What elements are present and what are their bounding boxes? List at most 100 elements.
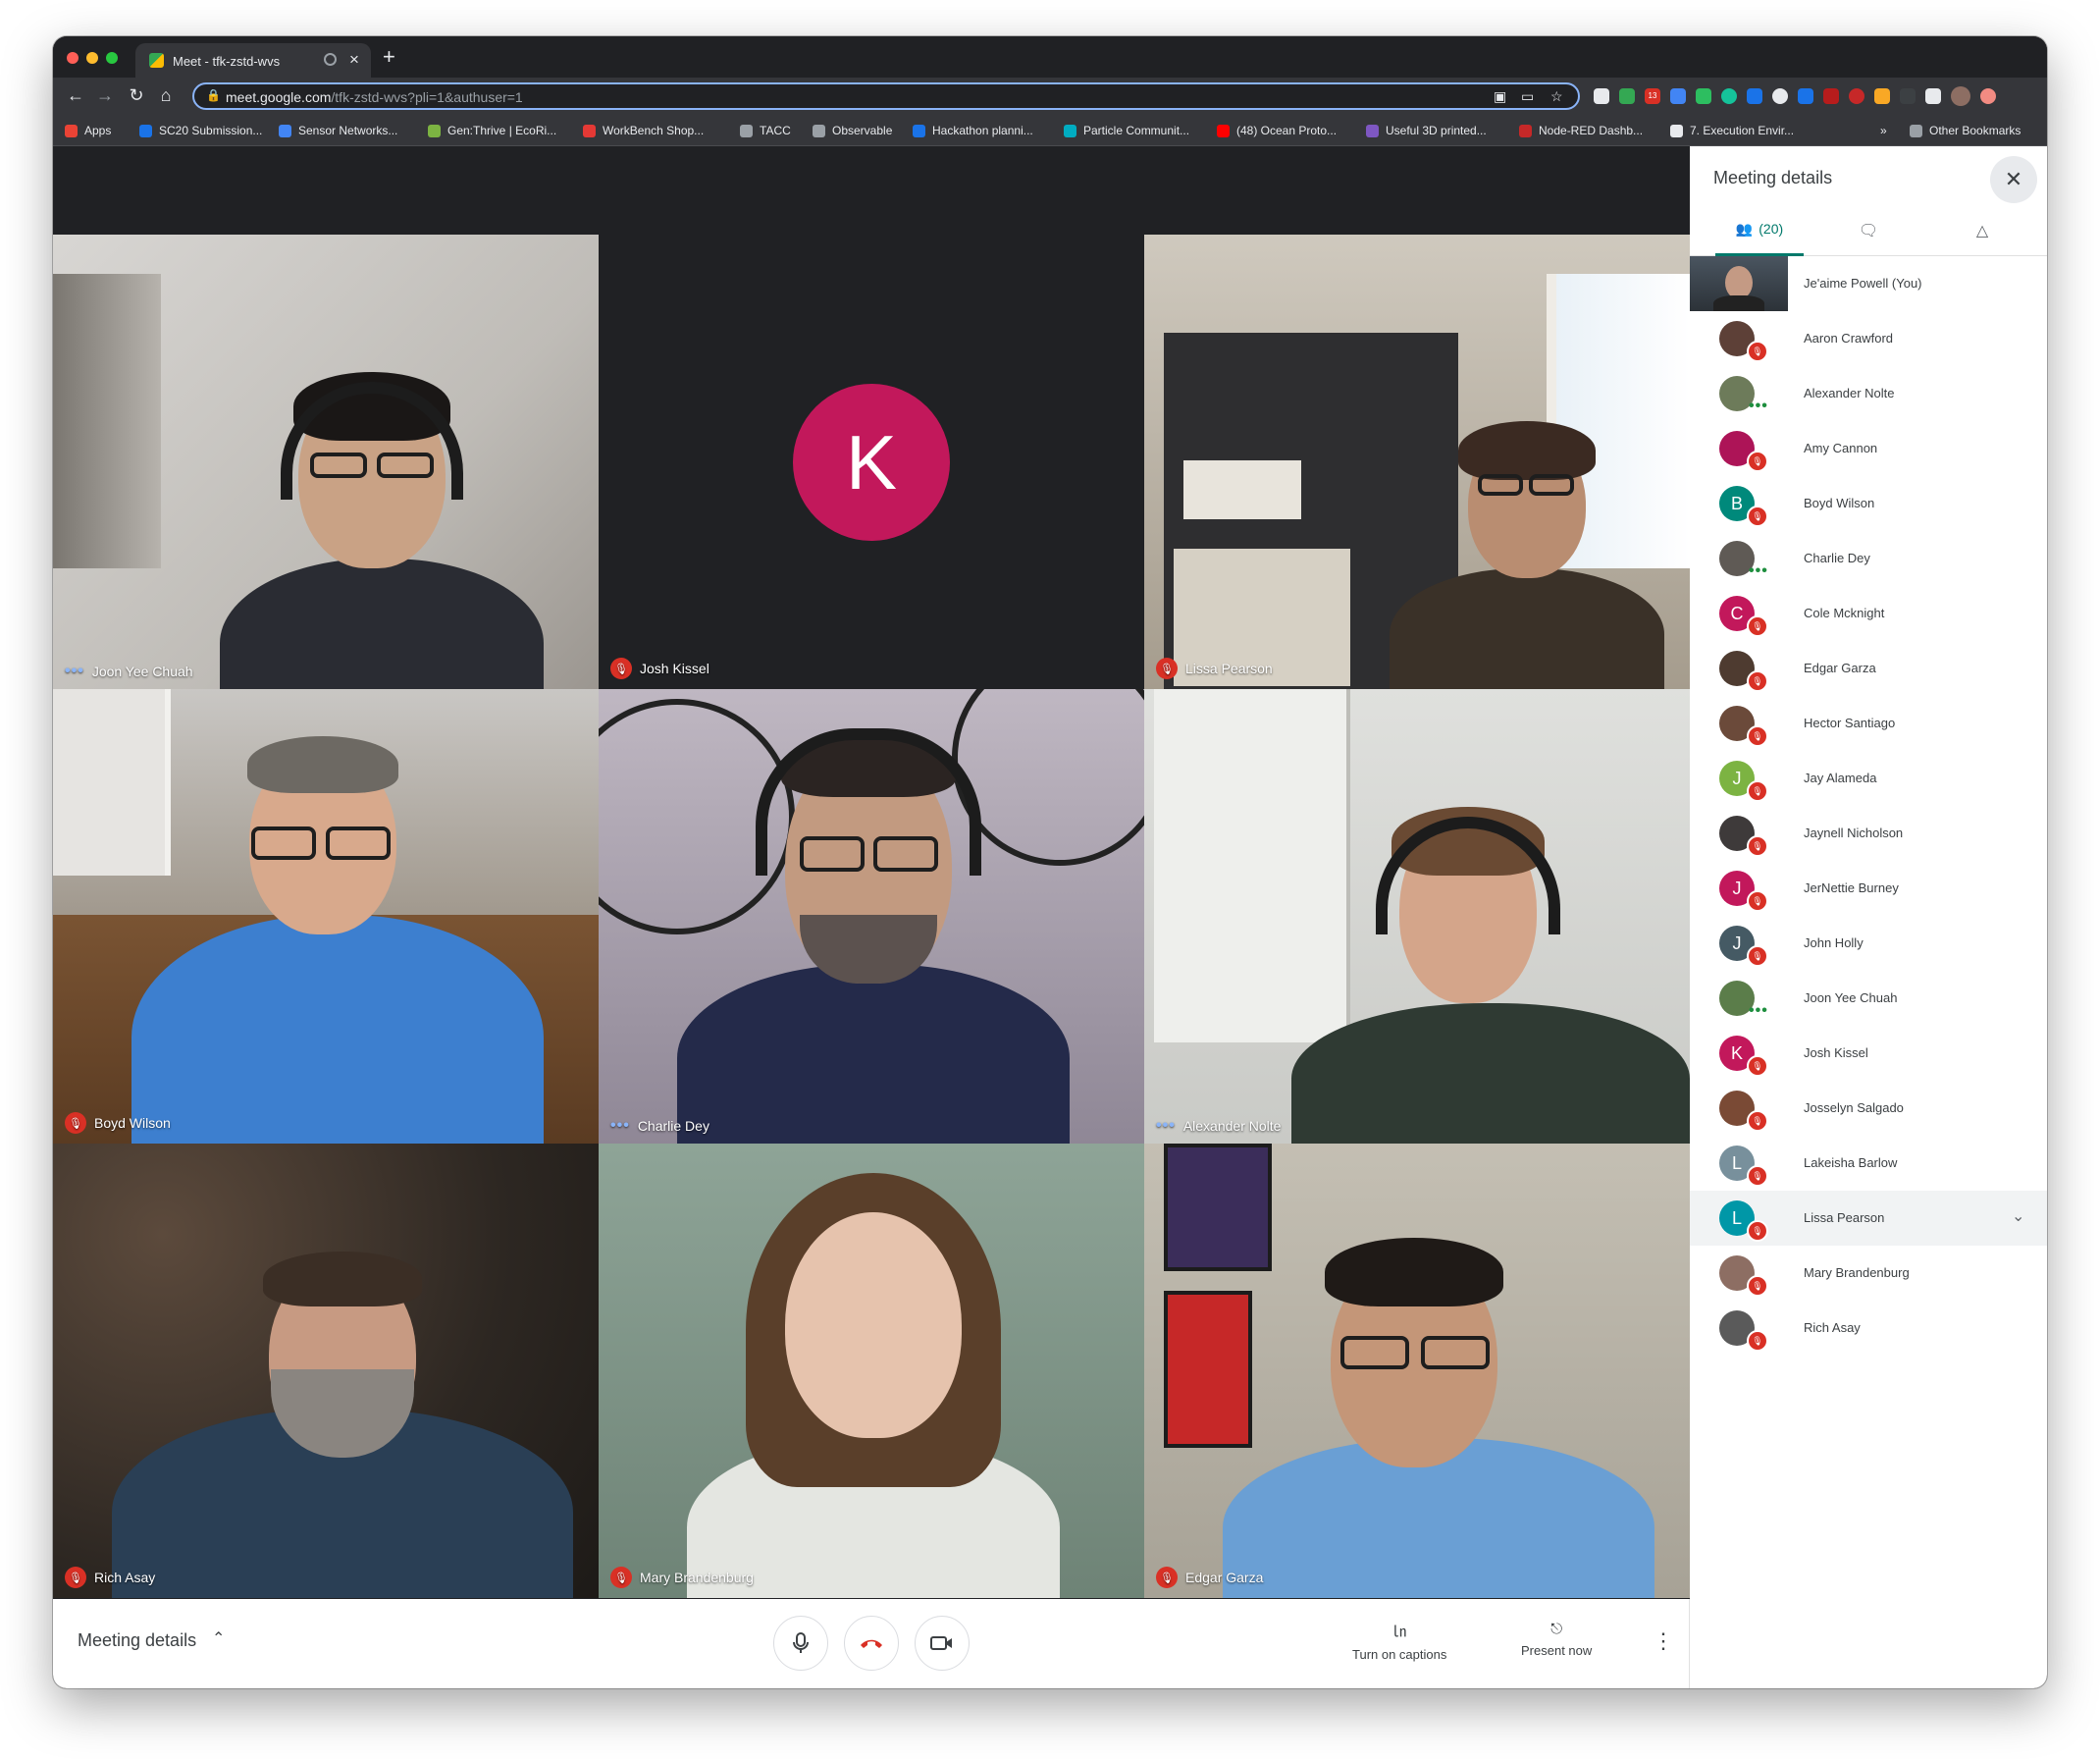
participant-row[interactable]: J 🎙 JerNettie Burney <box>1690 861 2047 916</box>
video-tile[interactable]: 🎙 Edgar Garza <box>1144 1144 1690 1598</box>
bookmark-item[interactable]: (48) Ocean Proto... <box>1217 124 1337 137</box>
participant-row[interactable]: ••• Alexander Nolte <box>1690 366 2047 421</box>
participant-row[interactable]: 🎙 Amy Cannon <box>1690 421 2047 476</box>
participant-row[interactable]: J 🎙 John Holly <box>1690 916 2047 971</box>
bookmark-item[interactable]: Node-RED Dashb... <box>1519 124 1643 137</box>
bookmark-item[interactable]: Useful 3D printed... <box>1366 124 1487 137</box>
video-tile[interactable]: 🎙 Boyd Wilson <box>53 689 599 1144</box>
extension-icon[interactable] <box>1900 88 1916 104</box>
participant-row[interactable]: Je'aime Powell (You) <box>1690 256 2047 311</box>
participant-row[interactable]: 🎙 Aaron Crawford <box>1690 311 2047 366</box>
participant-row[interactable]: ••• Joon Yee Chuah <box>1690 971 2047 1026</box>
evernote-icon[interactable] <box>1696 88 1711 104</box>
participant-row[interactable]: 🎙 Mary Brandenburg <box>1690 1246 2047 1301</box>
profile-avatar-icon[interactable] <box>1951 86 1970 106</box>
bookmark-favicon-icon <box>1519 124 1532 137</box>
bookmark-star-icon[interactable]: ☆ <box>1550 88 1563 105</box>
extension-icon[interactable] <box>1823 88 1839 104</box>
bookmark-item[interactable]: Gen:Thrive | EcoRi... <box>428 124 556 137</box>
bookmark-favicon-icon <box>583 124 596 137</box>
participant-row[interactable]: K 🎙 Josh Kissel <box>1690 1026 2047 1081</box>
activities-shapes-icon: △ <box>1975 223 1989 240</box>
close-window-button[interactable] <box>67 52 79 64</box>
bookmark-item[interactable]: TACC <box>740 124 791 137</box>
tab-activities[interactable]: △ <box>1951 221 2014 256</box>
more-options-icon[interactable]: ⋮ <box>1653 1628 1674 1654</box>
maximize-window-button[interactable] <box>106 52 118 64</box>
minimize-window-button[interactable] <box>86 52 98 64</box>
video-tile[interactable]: ••• Charlie Dey <box>599 689 1144 1144</box>
camera-indicator-icon[interactable]: ▣ <box>1494 88 1506 105</box>
new-tab-button[interactable]: + <box>383 44 395 70</box>
meeting-details-toggle[interactable]: Meeting details <box>78 1630 196 1651</box>
reload-icon[interactable]: ↻ <box>124 84 149 106</box>
close-tab-icon[interactable]: × <box>349 50 359 70</box>
bookmark-favicon-icon <box>428 124 441 137</box>
back-icon[interactable]: ← <box>63 84 88 106</box>
video-tile[interactable]: ••• Joon Yee Chuah <box>53 235 599 689</box>
extension-icon[interactable] <box>1594 88 1609 104</box>
address-bar[interactable]: 🔒 meet.google.com/tfk-zstd-wvs?pli=1&aut… <box>192 82 1580 110</box>
video-tile[interactable]: 🎙 Mary Brandenburg <box>599 1144 1144 1598</box>
home-icon[interactable]: ⌂ <box>153 84 179 106</box>
tab-people[interactable]: 👥 (20) <box>1715 221 1804 256</box>
chevron-down-icon[interactable]: ⌄ <box>2012 1206 2024 1226</box>
bookmark-favicon-icon <box>1217 124 1230 137</box>
grammarly-icon[interactable] <box>1721 88 1737 104</box>
browser-tab-meet[interactable]: Meet - tfk-zstd-wvs × <box>135 43 371 78</box>
cast-icon[interactable]: ▭ <box>1521 88 1534 105</box>
self-body <box>1713 295 1764 311</box>
camera-button[interactable] <box>915 1616 970 1671</box>
captions-button[interactable]: ㏑ Turn on captions <box>1352 1621 1446 1662</box>
extension-icon[interactable] <box>1747 88 1762 104</box>
participant-row[interactable]: C 🎙 Cole Mcknight <box>1690 586 2047 641</box>
url-path: /tfk-zstd-wvs?pli=1&authuser=1 <box>331 89 523 105</box>
forward-icon[interactable]: → <box>92 84 118 106</box>
bookmark-item[interactable]: 7. Execution Envir... <box>1670 124 1794 137</box>
bookmark-item[interactable]: Apps <box>65 124 111 137</box>
ublock-icon[interactable] <box>1849 88 1864 104</box>
bookmark-item[interactable]: SC20 Submission... <box>139 124 262 137</box>
participant-row[interactable]: J 🎙 Jay Alameda <box>1690 751 2047 806</box>
chevron-up-icon[interactable]: ⌃ <box>212 1628 225 1648</box>
mic-off-icon: 🎙 <box>1156 1567 1178 1588</box>
self-head <box>1725 266 1753 299</box>
bookmark-item[interactable]: Particle Communit... <box>1064 124 1189 137</box>
participant-row[interactable]: 🎙 Edgar Garza <box>1690 641 2047 696</box>
extension-icon[interactable] <box>1619 88 1635 104</box>
participant-row[interactable]: 🎙 Josselyn Salgado <box>1690 1081 2047 1136</box>
participant-row[interactable]: ••• Charlie Dey <box>1690 531 2047 586</box>
video-tile[interactable]: K 🎙 Josh Kissel <box>599 235 1144 689</box>
extension-icon[interactable] <box>1874 88 1890 104</box>
bookmark-item[interactable]: WorkBench Shop... <box>583 124 704 137</box>
participant-row[interactable]: 🎙 Rich Asay <box>1690 1301 2047 1356</box>
extension-icon[interactable] <box>1670 88 1686 104</box>
leave-call-button[interactable] <box>844 1616 899 1671</box>
bookmark-item[interactable]: Sensor Networks... <box>279 124 397 137</box>
other-bookmarks-folder[interactable]: Other Bookmarks <box>1910 124 2021 137</box>
extensions-puzzle-icon[interactable] <box>1925 88 1941 104</box>
bookmark-item[interactable]: Observable <box>813 124 892 137</box>
video-tile[interactable]: 🎙 Lissa Pearson <box>1144 235 1690 689</box>
person-hair <box>1458 421 1596 480</box>
present-now-button[interactable]: ⎋ Present now <box>1521 1621 1592 1658</box>
extension-icon[interactable] <box>1772 88 1788 104</box>
mic-off-icon: 🎙 <box>1747 451 1768 472</box>
participant-row[interactable]: B 🎙 Boyd Wilson <box>1690 476 2047 531</box>
participant-name: Edgar Garza <box>1185 1570 1264 1585</box>
extension-icon[interactable] <box>1798 88 1813 104</box>
video-tile[interactable]: 🎙 Rich Asay <box>53 1144 599 1598</box>
participant-row[interactable]: 🎙 Jaynell Nicholson <box>1690 806 2047 861</box>
bookmarks-overflow-button[interactable]: » <box>1880 124 1887 137</box>
participant-name: Jaynell Nicholson <box>1804 826 1904 840</box>
close-panel-button[interactable]: ✕ <box>1990 156 2037 203</box>
tab-chat[interactable]: 🗨 <box>1837 221 1900 256</box>
participant-row[interactable]: 🎙 Hector Santiago <box>1690 696 2047 751</box>
update-icon[interactable] <box>1980 88 1996 104</box>
video-tile[interactable]: ••• Alexander Nolte <box>1144 689 1690 1144</box>
extension-badge-icon[interactable]: 13 <box>1645 88 1660 104</box>
microphone-button[interactable] <box>773 1616 828 1671</box>
participant-row[interactable]: L 🎙 Lakeisha Barlow <box>1690 1136 2047 1191</box>
bookmark-item[interactable]: Hackathon planni... <box>913 124 1033 137</box>
participant-row[interactable]: L 🎙 Lissa Pearson ⌄ <box>1690 1191 2047 1246</box>
